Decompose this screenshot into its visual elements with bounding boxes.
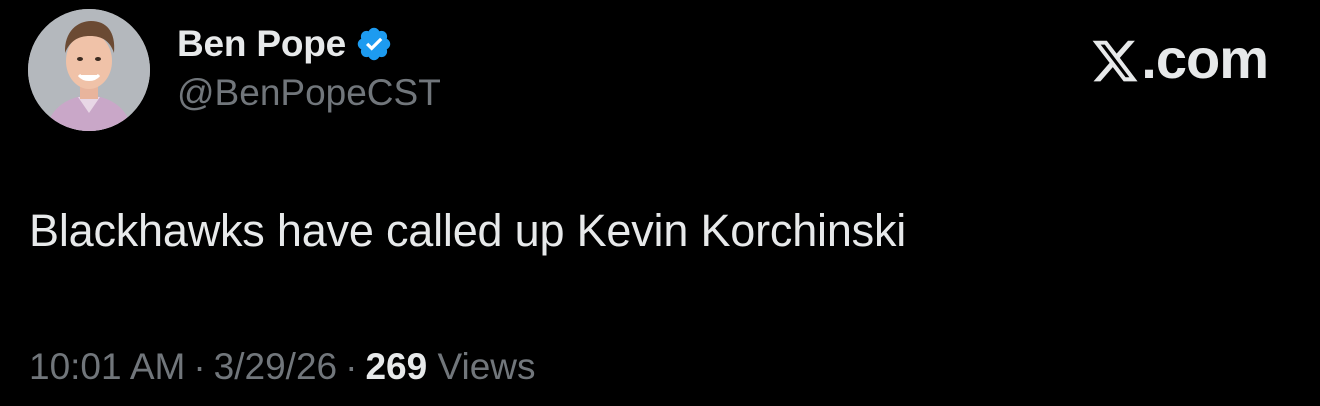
avatar[interactable] (28, 9, 150, 131)
tweet-meta: 10:01 AM · 3/29/26 · 269 Views (29, 346, 536, 388)
person-avatar-icon (28, 9, 150, 131)
separator: · (345, 346, 358, 387)
tweet-time[interactable]: 10:01 AM (29, 346, 185, 387)
author-handle[interactable]: @BenPopeCST (177, 72, 441, 114)
views-label: Views (437, 346, 536, 387)
tweet-text: Blackhawks have called up Kevin Korchins… (29, 205, 907, 256)
tweet-date[interactable]: 3/29/26 (214, 346, 337, 387)
author-name-row: Ben Pope (177, 22, 393, 66)
x-logo-icon (1090, 34, 1140, 84)
views-count: 269 (365, 346, 428, 387)
separator: · (193, 346, 206, 387)
x-com-logo: .com (1090, 26, 1269, 90)
display-name[interactable]: Ben Pope (177, 23, 346, 65)
tweet-card: Ben Pope @BenPopeCST .com Blackhawks hav… (0, 0, 1320, 406)
logo-text: .com (1141, 26, 1269, 90)
verified-badge-icon (355, 25, 393, 63)
